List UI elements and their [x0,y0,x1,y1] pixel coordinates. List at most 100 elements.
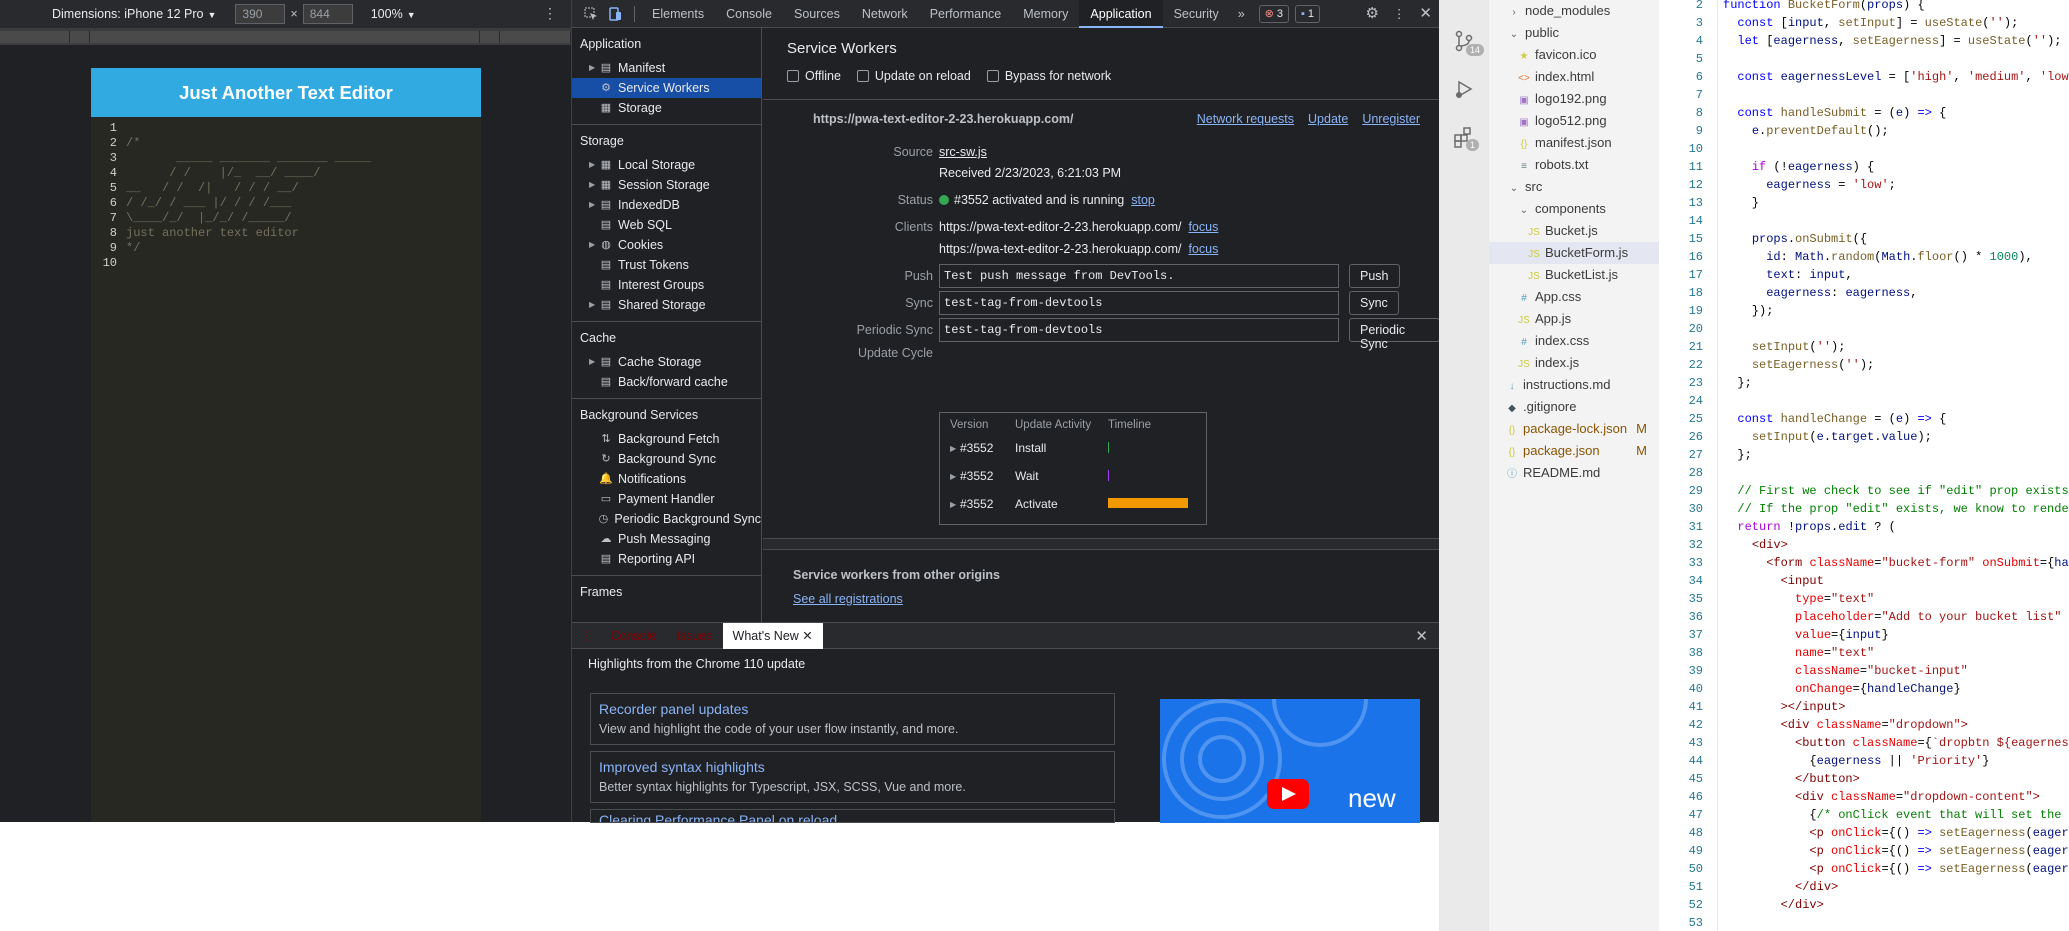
expand-arrow-icon[interactable]: ▶ [589,235,599,255]
expand-arrow-icon[interactable]: ▶ [589,195,599,215]
sidebar-item-shared-storage[interactable]: ▶ ▤ Shared Storage [572,295,761,315]
sidebar-item-push-messaging[interactable]: ☁ Push Messaging [572,529,761,549]
close-tab-icon[interactable]: ✕ [802,629,812,643]
focus-link[interactable]: focus [1188,220,1218,234]
whats-new-card[interactable]: Clearing Performance Panel on reload [590,809,1115,823]
more-tabs-icon[interactable]: » [1230,0,1253,28]
explorer-item[interactable]: ▣ logo512.png [1489,110,1659,132]
push-input[interactable]: Test push message from DevTools. [939,264,1339,288]
source-link[interactable]: src-sw.js [939,145,987,159]
device-width-input[interactable]: 390 [235,4,286,24]
expand-arrow-icon[interactable]: ▶ [589,155,599,175]
explorer-item[interactable]: {} package-lock.json M [1489,418,1659,440]
editor-line[interactable]: / / |/_ __/ ____/ [126,166,371,181]
checkbox-box[interactable] [856,70,869,82]
sidebar-item-payment-handler[interactable]: ▭ Payment Handler [572,489,761,509]
tab-console[interactable]: Console [715,0,783,28]
push-button[interactable]: Push [1349,264,1400,288]
editor-line[interactable]: */ [126,241,371,256]
sidebar-item-session-storage[interactable]: ▶ ▦ Session Storage [572,175,761,195]
card-title[interactable]: Recorder panel updates [599,701,1106,717]
explorer-item[interactable]: JS Bucket.js [1489,220,1659,242]
sidebar-item-cache-storage[interactable]: ▶ ▤ Cache Storage [572,352,761,372]
settings-gear-icon[interactable]: ⚙ [1357,0,1386,28]
editor-line[interactable]: __ / / /| / / / __/ [126,181,371,196]
explorer-item[interactable]: ▣ logo192.png [1489,88,1659,110]
checkbox-box[interactable] [787,70,799,82]
periodic-sync-button[interactable]: Periodic Sync [1349,318,1440,351]
customize-menu-icon[interactable]: ⋮ [1387,0,1412,28]
sidebar-item-background-sync[interactable]: ↻ Background Sync [572,449,761,469]
ruler-segment[interactable] [0,31,70,43]
sidebar-item-service-workers[interactable]: ⚙ Service Workers [572,78,761,98]
ruler-segment[interactable] [500,31,571,43]
drawer-tab-whats-new[interactable]: What's New ✕ [722,622,823,649]
messages-badge[interactable]: ▪ 1 [1295,4,1321,23]
bypass-for-network-checkbox[interactable]: Bypass for network [986,69,1111,83]
expand-arrow-icon[interactable]: ▶ [589,295,599,315]
explorer-item[interactable]: JS BucketForm.js [1489,242,1659,264]
more-options-icon[interactable]: ⋮ [543,5,557,22]
explorer-item[interactable]: ⌄ src [1489,176,1659,198]
sidebar-item-local-storage[interactable]: ▶ ▦ Local Storage [572,155,761,175]
sidebar-item-notifications[interactable]: 🔔 Notifications [572,469,761,489]
focus-link[interactable]: focus [1188,242,1218,256]
explorer-item[interactable]: # index.css [1489,330,1659,352]
card-title[interactable]: Improved syntax highlights [599,759,1106,775]
explorer-item[interactable]: JS App.js [1489,308,1659,330]
unregister-link[interactable]: Unregister [1362,112,1420,126]
explorer-item[interactable]: ↓ instructions.md [1489,374,1659,396]
sidebar-item-trust-tokens[interactable]: ▤ Trust Tokens [572,255,761,275]
explorer-item[interactable]: › node_modules [1489,0,1659,22]
code-content[interactable]: function BucketForm(props) { const [inpu… [1723,0,2069,914]
drawer-tab-issues[interactable]: Issues [666,623,722,649]
offline-checkbox[interactable]: Offline [787,69,841,83]
sidebar-item-background-fetch[interactable]: ⇅ Background Fetch [572,429,761,449]
editor-line[interactable]: \____/_/ |_/_/ /_____/ [126,211,371,226]
ruler-segment[interactable] [480,31,500,43]
device-height-input[interactable]: 844 [302,4,353,24]
drawer-menu-icon[interactable]: ⋮ [572,623,601,649]
sidebar-item-indexeddb[interactable]: ▶ ▤ IndexedDB [572,195,761,215]
sync-button[interactable]: Sync [1349,291,1399,315]
update-on-reload-checkbox[interactable]: Update on reload [856,69,971,83]
editor-line[interactable] [126,256,371,271]
card-title[interactable]: Clearing Performance Panel on reload [599,812,1106,822]
tab-network[interactable]: Network [851,0,919,28]
drawer-tab-console[interactable]: Console [601,623,667,649]
editor-line[interactable]: just another text editor [126,226,371,241]
expand-icon[interactable]: ▶ [950,500,956,509]
device-dimensions-dropdown[interactable]: Dimensions: iPhone 12 Pro ▼ [52,7,216,21]
stop-link[interactable]: stop [1131,193,1155,207]
see-all-registrations-link[interactable]: See all registrations [793,592,903,606]
explorer-item[interactable]: {} package.json M [1489,440,1659,462]
ruler-segment[interactable] [70,31,90,43]
chrome-update-video-thumbnail[interactable]: new [1160,699,1420,823]
code-editor[interactable]: 1 2 3 4 5 6 7 8 9 10 /* _____ _______ _______ ___… [91,117,481,822]
sidebar-item-back-forward-cache[interactable]: ▤ Back/forward cache [572,372,761,392]
explorer-item[interactable]: ★ favicon.ico [1489,44,1659,66]
media-query-ruler[interactable] [0,28,571,46]
code-editor-pane[interactable]: 2 3 4 5 6 7 8 9 10 11 12 13 14 15 16 17 18 19 20 21 22 23 24 25… [1659,0,2069,931]
expand-icon[interactable]: ▶ [950,472,956,481]
zoom-dropdown[interactable]: 100% ▼ [371,7,416,21]
explorer-item[interactable]: ⌄ public [1489,22,1659,44]
errors-badge[interactable]: ⊗ 3 [1258,4,1290,23]
checkbox-box[interactable] [986,70,999,82]
update-link[interactable]: Update [1308,112,1348,126]
explorer-item[interactable]: ≡ robots.txt [1489,154,1659,176]
sync-input[interactable]: test-tag-from-devtools [939,291,1339,315]
sidebar-item-cookies[interactable]: ▶ ◍ Cookies [572,235,761,255]
tab-elements[interactable]: Elements [641,0,715,28]
tab-security[interactable]: Security [1163,0,1230,28]
expand-icon[interactable]: ▶ [950,444,956,453]
sidebar-item-interest-groups[interactable]: ▤ Interest Groups [572,275,761,295]
inspect-element-icon[interactable] [580,3,602,25]
uc-row-wait[interactable]: ▶ #3552 Wait [940,463,1206,491]
uc-row-install[interactable]: ▶ #3552 Install [940,435,1206,463]
explorer-item[interactable]: JS BucketList.js [1489,264,1659,286]
explorer-item[interactable]: ⓘ README.md [1489,462,1659,484]
uc-row-activate[interactable]: ▶ #3552 Activate [940,491,1206,519]
explorer-item[interactable]: JS index.js [1489,352,1659,374]
sidebar-item-periodic-background-sync[interactable]: ◷ Periodic Background Sync [572,509,761,529]
